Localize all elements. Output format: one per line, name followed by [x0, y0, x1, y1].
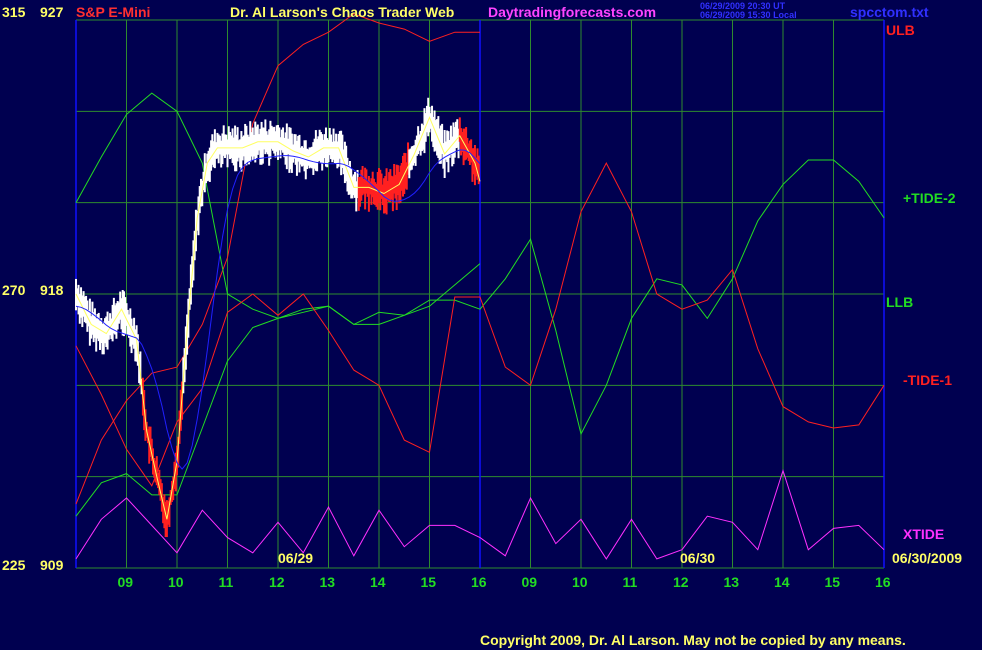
- hour-label: 09: [522, 574, 538, 590]
- end-date: 06/30/2009: [892, 550, 962, 566]
- hour-label: 10: [572, 574, 588, 590]
- hour-label: 10: [168, 574, 184, 590]
- instrument-label: S&P E-Mini: [76, 4, 150, 20]
- page-title: Dr. Al Larson's Chaos Trader Web: [230, 4, 454, 20]
- hour-label: 13: [320, 574, 336, 590]
- left-tick-price-top: 927: [40, 4, 64, 20]
- hour-label: 14: [370, 574, 386, 590]
- hour-label: 11: [623, 574, 638, 590]
- left-tick-price-mid: 918: [40, 282, 64, 298]
- hour-label: 16: [471, 574, 487, 590]
- hour-label: 13: [724, 574, 740, 590]
- hour-label: 14: [774, 574, 790, 590]
- label-ulb: ULB: [886, 22, 915, 38]
- hour-label: 15: [825, 574, 841, 590]
- label-tide2: +TIDE-2: [903, 190, 956, 206]
- left-tick-deg-top: 315: [2, 4, 26, 20]
- label-xtide: XTIDE: [903, 526, 944, 542]
- filename: spcctom.txt: [850, 4, 929, 20]
- timestamp-local: 06/29/2009 15:30 Local: [700, 10, 797, 20]
- hour-label: 09: [118, 574, 134, 590]
- hour-label: 16: [875, 574, 891, 590]
- hour-label: 15: [421, 574, 437, 590]
- label-tide1: -TIDE-1: [903, 372, 952, 388]
- label-llb: LLB: [886, 294, 913, 310]
- date-label-1: 06/29: [278, 550, 313, 566]
- date-label-2: 06/30: [680, 550, 715, 566]
- left-tick-price-bottom: 909: [40, 557, 64, 573]
- hour-label: 11: [219, 574, 234, 590]
- copyright: Copyright 2009, Dr. Al Larson. May not b…: [480, 632, 906, 648]
- left-tick-deg-mid: 270: [2, 282, 26, 298]
- left-tick-deg-bottom: 225: [2, 557, 26, 573]
- hour-label: 12: [269, 574, 285, 590]
- site-link[interactable]: Daytradingforecasts.com: [488, 4, 656, 20]
- hour-label: 12: [673, 574, 689, 590]
- chart: 315 927 S&P E-Mini Dr. Al Larson's Chaos…: [0, 0, 982, 650]
